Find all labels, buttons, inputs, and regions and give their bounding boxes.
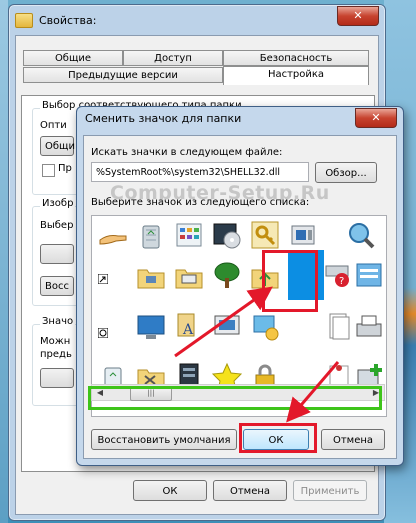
watermark: Computer-Setup.Ru [110,182,330,204]
arrow-to-ok-button [286,361,340,423]
annotation-arrows [174,286,340,423]
arrow-to-selected-icon [174,286,273,358]
